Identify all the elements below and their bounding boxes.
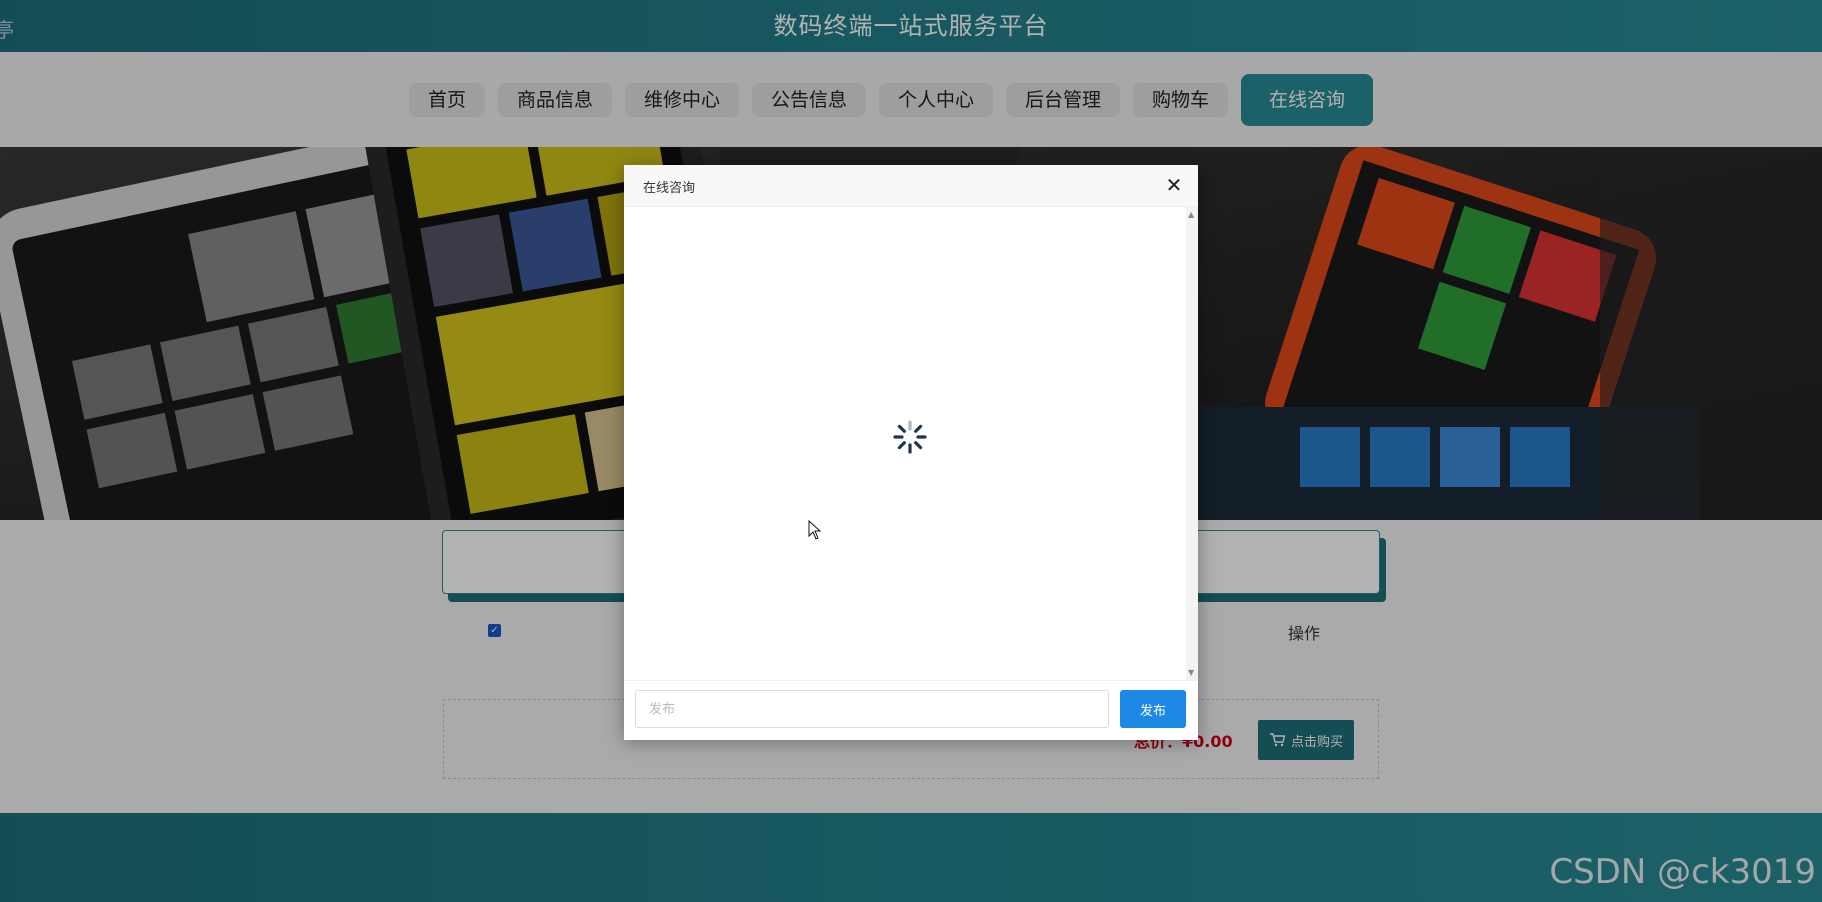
message-input[interactable]	[635, 690, 1109, 728]
scroll-down-icon[interactable]: ▼	[1188, 668, 1194, 677]
close-icon[interactable]: ✕	[1164, 175, 1184, 195]
dialog-header: 在线咨询 ✕	[624, 165, 1198, 207]
chat-message-area[interactable]: ▲ ▼	[624, 207, 1198, 680]
mouse-cursor-icon	[808, 520, 822, 540]
chat-scrollbar[interactable]: ▲ ▼	[1186, 207, 1198, 680]
consult-dialog: 在线咨询 ✕ ▲ ▼ 发布	[624, 165, 1198, 740]
spinner-icon	[893, 420, 927, 454]
send-button[interactable]: 发布	[1120, 690, 1186, 728]
dialog-footer: 发布	[624, 680, 1198, 740]
dialog-title: 在线咨询	[643, 181, 696, 196]
scroll-up-icon[interactable]: ▲	[1188, 210, 1194, 219]
